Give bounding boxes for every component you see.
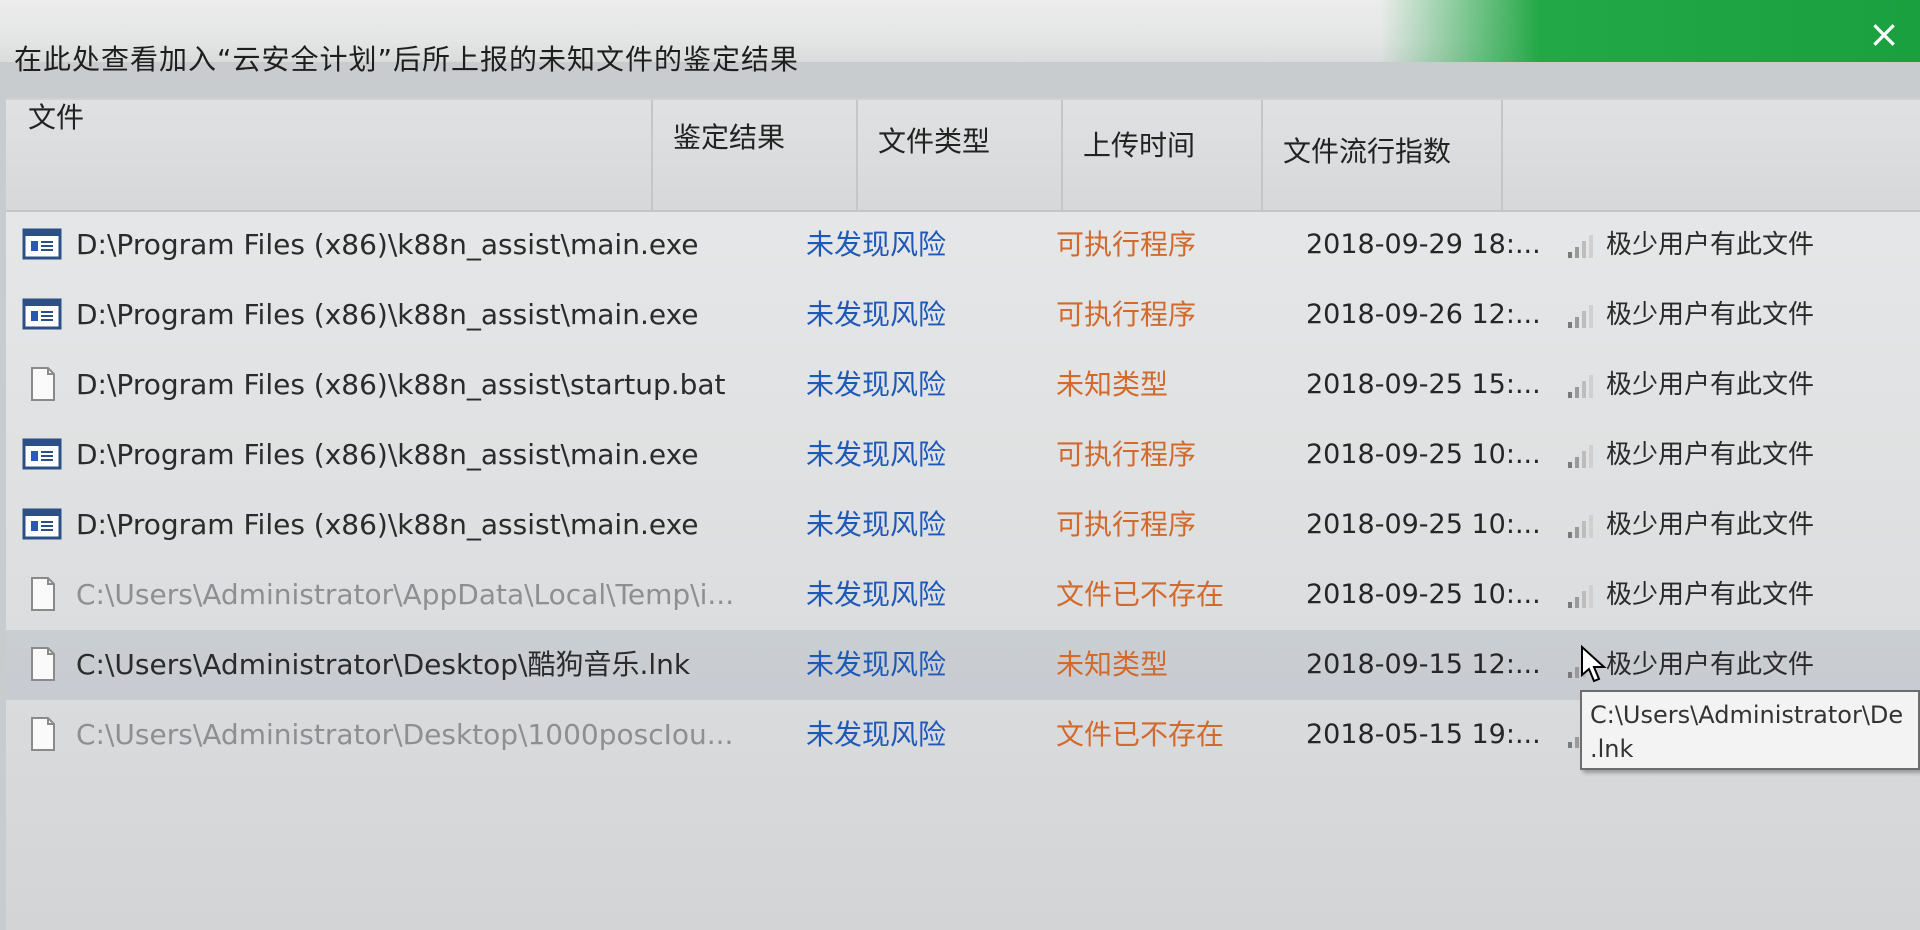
upload-time: 2018-09-25 15:... <box>1306 369 1541 400</box>
popularity-signal-icon <box>1568 585 1593 608</box>
title-accent <box>1380 0 1920 62</box>
upload-time: 2018-09-25 10:... <box>1306 439 1541 470</box>
tooltip-line-1: C:\Users\Administrator\De <box>1590 701 1904 729</box>
popularity-text: 极少用户有此文件 <box>1606 510 1815 540</box>
upload-time: 2018-09-29 18:... <box>1306 229 1541 260</box>
blank-file-icon <box>31 717 55 751</box>
popularity-signal-icon <box>1568 305 1593 328</box>
upload-time: 2018-05-15 19:... <box>1306 719 1541 750</box>
upload-time: 2018-09-25 10:... <box>1306 509 1541 540</box>
exe-file-icon <box>22 298 62 330</box>
page-hint: 在此处查看加入“云安全计划”后所上报的未知文件的鉴定结果 <box>14 43 800 76</box>
file-path: C:\Users\Administrator\Desktop\酷狗音乐.lnk <box>76 648 691 681</box>
popularity-signal-icon <box>1568 445 1593 468</box>
scan-result: 未发现风险 <box>806 298 947 331</box>
popularity-text: 极少用户有此文件 <box>1606 300 1815 330</box>
blank-file-icon <box>31 647 55 681</box>
mouse-cursor-icon <box>1581 645 1607 683</box>
popularity-text: 极少用户有此文件 <box>1606 580 1815 610</box>
blank-file-icon <box>31 367 55 401</box>
file-type: 可执行程序 <box>1056 508 1197 541</box>
file-path: D:\Program Files (x86)\k88n_assist\main.… <box>76 298 699 331</box>
file-path: D:\Program Files (x86)\k88n_assist\main.… <box>76 508 699 541</box>
scan-result: 未发现风险 <box>806 718 947 751</box>
close-button[interactable]: × <box>1862 14 1906 54</box>
header-type[interactable]: 文件类型 <box>856 100 1063 210</box>
blank-file-icon <box>31 577 55 611</box>
scan-result: 未发现风险 <box>806 648 947 681</box>
exe-file-icon <box>22 438 62 470</box>
file-path: D:\Program Files (x86)\k88n_assist\start… <box>76 368 726 401</box>
popularity-signal-icon <box>1568 235 1593 258</box>
header-result[interactable]: 鉴定结果 <box>651 100 858 210</box>
file-type: 未知类型 <box>1056 648 1169 681</box>
file-type: 可执行程序 <box>1056 228 1197 261</box>
file-path: D:\Program Files (x86)\k88n_assist\main.… <box>76 438 699 471</box>
tooltip-line-2: .lnk <box>1590 735 1634 763</box>
file-type: 可执行程序 <box>1056 298 1197 331</box>
file-path: C:\Users\Administrator\AppData\Local\Tem… <box>76 578 735 611</box>
scan-result: 未发现风险 <box>806 228 947 261</box>
popularity-text: 极少用户有此文件 <box>1606 440 1815 470</box>
upload-time: 2018-09-26 12:... <box>1306 299 1541 330</box>
table-row[interactable]: C:\Users\Administrator\AppData\Local\Tem… <box>6 560 1920 630</box>
popularity-signal-icon <box>1568 515 1593 538</box>
exe-file-icon <box>22 228 62 260</box>
path-tooltip: C:\Users\Administrator\De .lnk <box>1580 690 1920 770</box>
scan-result: 未发现风险 <box>806 578 947 611</box>
scan-result: 未发现风险 <box>806 438 947 471</box>
scan-result: 未发现风险 <box>806 508 947 541</box>
file-type: 文件已不存在 <box>1056 578 1225 611</box>
popularity-signal-icon <box>1568 375 1593 398</box>
header-file[interactable]: 文件 <box>6 100 653 210</box>
popularity-text: 极少用户有此文件 <box>1606 370 1815 400</box>
results-table: 文件 鉴定结果 文件类型 上传时间 文件流行指数 D:\Program File… <box>6 98 1920 930</box>
header-time[interactable]: 上传时间 <box>1061 100 1263 210</box>
table-row[interactable]: D:\Program Files (x86)\k88n_assist\start… <box>6 350 1920 420</box>
file-type: 可执行程序 <box>1056 438 1197 471</box>
table-row[interactable]: D:\Program Files (x86)\k88n_assist\main.… <box>6 210 1920 280</box>
file-type: 文件已不存在 <box>1056 718 1225 751</box>
scan-result: 未发现风险 <box>806 368 947 401</box>
table-row[interactable]: D:\Program Files (x86)\k88n_assist\main.… <box>6 490 1920 560</box>
exe-file-icon <box>22 508 62 540</box>
popularity-text: 极少用户有此文件 <box>1606 230 1815 260</box>
file-path: C:\Users\Administrator\Desktop\1000poscI… <box>76 718 734 751</box>
header-popularity[interactable]: 文件流行指数 <box>1261 100 1503 210</box>
file-type: 未知类型 <box>1056 368 1169 401</box>
file-path: D:\Program Files (x86)\k88n_assist\main.… <box>76 228 699 261</box>
upload-time: 2018-09-15 12:... <box>1306 649 1541 680</box>
table-row[interactable]: D:\Program Files (x86)\k88n_assist\main.… <box>6 280 1920 350</box>
upload-time: 2018-09-25 10:... <box>1306 579 1541 610</box>
table-header: 文件 鉴定结果 文件类型 上传时间 文件流行指数 <box>6 100 1920 212</box>
table-row[interactable]: D:\Program Files (x86)\k88n_assist\main.… <box>6 420 1920 490</box>
